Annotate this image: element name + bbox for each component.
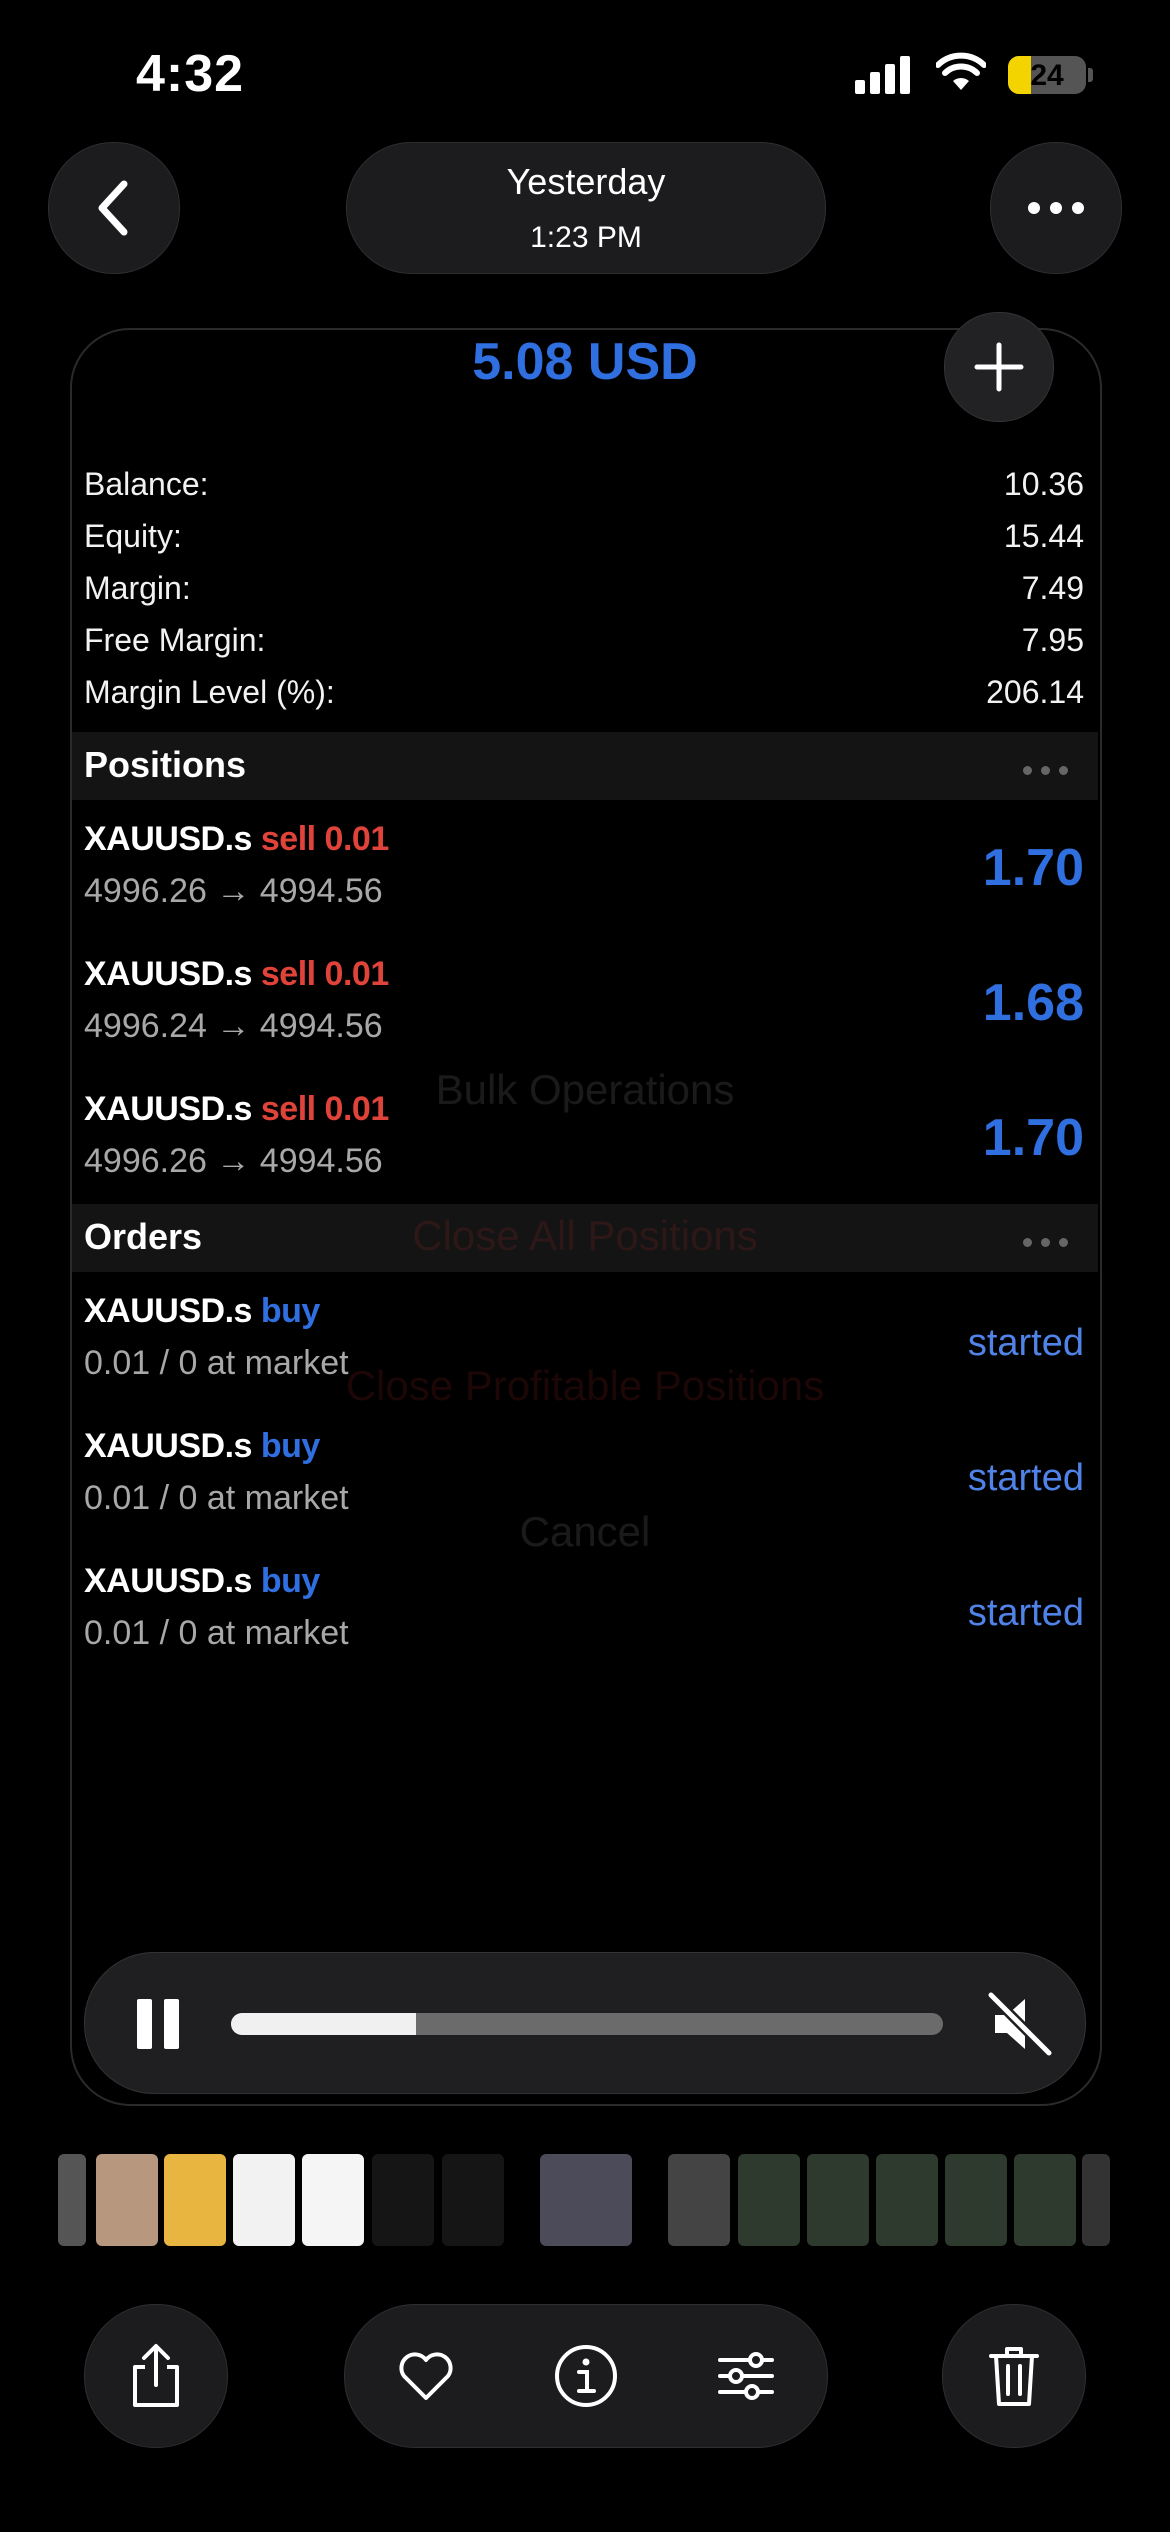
position-profit: 1.70 xyxy=(982,839,1084,897)
info-button[interactable] xyxy=(551,2341,621,2411)
thumbnail[interactable] xyxy=(738,2154,800,2246)
order-status: started xyxy=(967,1457,1084,1499)
overlay-menu-title: Bulk Operations xyxy=(435,1066,735,1113)
more-icon xyxy=(1028,202,1084,214)
order-status: started xyxy=(967,1592,1084,1634)
share-button[interactable] xyxy=(84,2304,228,2448)
back-icon xyxy=(98,180,128,236)
thumbnail[interactable] xyxy=(372,2154,434,2246)
favorite-button[interactable] xyxy=(391,2341,461,2411)
plus-icon xyxy=(974,342,1024,392)
overlay-close-profitable: Close Profitable Positions xyxy=(345,1362,825,1409)
media-actions-toolbar xyxy=(344,2304,828,2448)
status-time: 4:32 xyxy=(136,45,245,103)
battery-icon: 24 xyxy=(1008,56,1086,94)
position-row: XAUUSD.s sell 0.01 4996.26 → 4994.56 1.7… xyxy=(84,820,1084,910)
sliders-icon xyxy=(718,2352,774,2400)
thumbnail[interactable] xyxy=(233,2154,295,2246)
order-row: XAUUSD.s buy 0.01 / 0 at market started xyxy=(84,1562,1084,1652)
account-row-balance: Balance: 10.36 xyxy=(84,466,1084,502)
account-row-margin: Margin: 7.49 xyxy=(84,570,1084,606)
date-header: Yesterday 1:23 PM xyxy=(346,142,826,274)
positions-header: Positions xyxy=(72,732,1098,800)
wifi-icon xyxy=(935,52,987,97)
cellular-signal-icon xyxy=(855,56,911,94)
thumbnail[interactable] xyxy=(442,2154,504,2246)
scrubber-progress xyxy=(231,2013,417,2035)
account-row-margin-level: Margin Level (%): 206.14 xyxy=(84,674,1084,710)
delete-button[interactable] xyxy=(942,2304,1086,2448)
info-icon xyxy=(555,2345,617,2407)
more-button[interactable] xyxy=(990,142,1122,274)
thumbnail[interactable] xyxy=(540,2154,632,2246)
thumbnail[interactable] xyxy=(302,2154,364,2246)
thumbnail[interactable] xyxy=(668,2154,730,2246)
date-label: Yesterday xyxy=(506,161,666,202)
heart-icon xyxy=(399,2352,453,2400)
thumbnail[interactable] xyxy=(807,2154,869,2246)
position-profit: 1.68 xyxy=(982,974,1084,1032)
mute-button[interactable] xyxy=(985,1989,1055,2064)
video-player-controls xyxy=(84,1952,1086,2094)
thumbnail[interactable] xyxy=(945,2154,1007,2246)
battery-level: 24 xyxy=(1030,59,1064,92)
thumbnail[interactable] xyxy=(58,2154,86,2246)
thumbnail[interactable] xyxy=(164,2154,226,2246)
thumbnail-strip[interactable] xyxy=(58,2154,1112,2246)
account-row-equity: Equity: 15.44 xyxy=(84,518,1084,554)
share-icon xyxy=(133,2344,179,2407)
pause-icon xyxy=(137,1999,152,2049)
account-row-free-margin: Free Margin: 7.95 xyxy=(84,622,1084,658)
add-order-button xyxy=(944,312,1054,422)
mute-icon xyxy=(986,1990,1054,2058)
adjust-button[interactable] xyxy=(711,2341,781,2411)
positions-more-icon xyxy=(1014,762,1068,780)
thumbnail[interactable] xyxy=(96,2154,158,2246)
thumbnail[interactable] xyxy=(1082,2154,1110,2246)
time-label: 1:23 PM xyxy=(530,221,642,254)
overlay-cancel: Cancel xyxy=(519,1508,651,1555)
pause-button[interactable] xyxy=(137,1999,181,2049)
trash-icon xyxy=(989,2347,1039,2406)
video-scrubber[interactable] xyxy=(231,2013,943,2035)
overlay-close-all: Close All Positions xyxy=(412,1212,758,1259)
back-button[interactable] xyxy=(48,142,180,274)
position-profit: 1.70 xyxy=(982,1109,1084,1167)
thumbnail[interactable] xyxy=(1014,2154,1076,2246)
order-status: started xyxy=(967,1322,1084,1364)
thumbnail[interactable] xyxy=(876,2154,938,2246)
